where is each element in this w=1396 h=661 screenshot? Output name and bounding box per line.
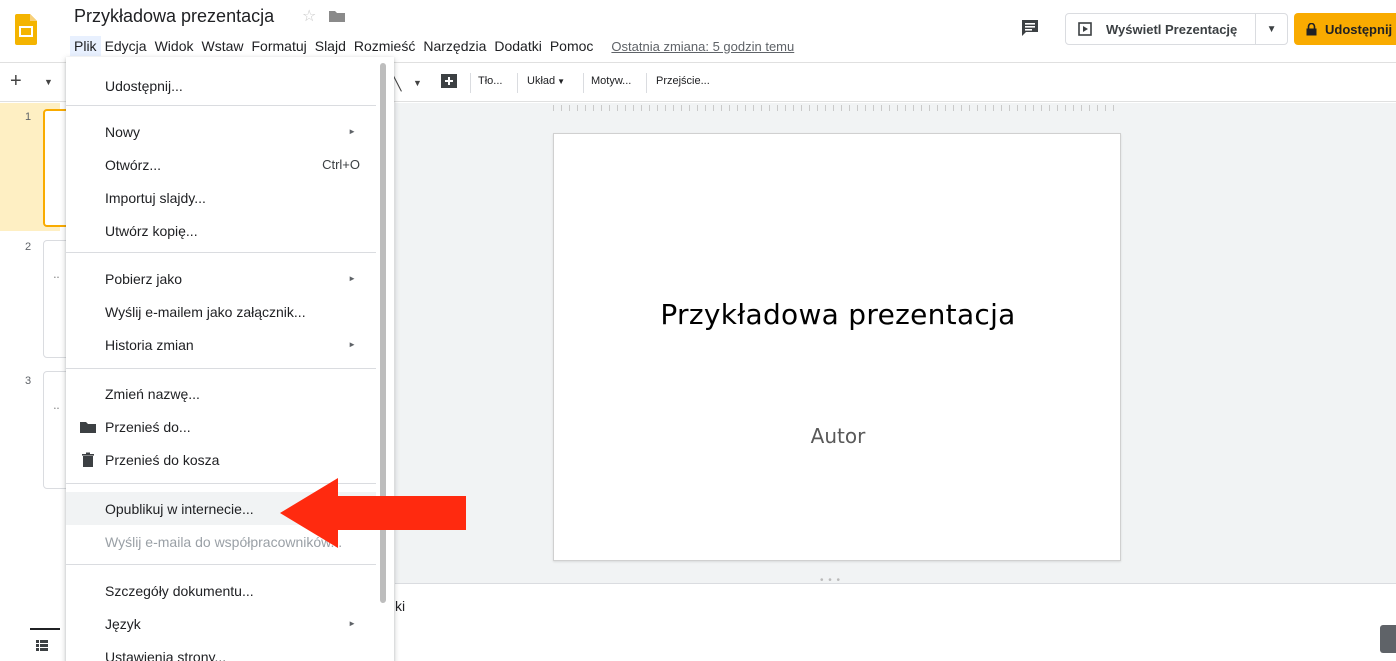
present-label: Wyświetl Prezentację [1106,21,1238,37]
menu-item-label: Udostępnij... [105,77,183,94]
menu-item-move-to[interactable]: Przenieś do... [66,410,376,443]
menu-item-label: Wyślij e-mailem jako załącznik... [105,303,306,320]
menu-item-label: Nowy [105,123,141,140]
layout-label: Układ [527,75,556,87]
present-main[interactable]: Wyświetl Prezentację [1066,14,1257,44]
share-label: Udostępnij [1325,21,1393,37]
slide-canvas-area: Przykładowa prezentacja Autor • • • [395,103,1396,586]
present-button[interactable]: Wyświetl Prezentację ▼ [1065,13,1288,45]
menu-widok[interactable]: Widok [151,36,198,56]
layout-dropdown-icon: ▼ [557,77,566,86]
toolbar-separator [517,73,518,93]
menu-item-page-setup[interactable]: Ustawienia strony... [66,640,376,661]
menu-bar: Plik Edycja Widok Wstaw Formatuj Slajd R… [70,35,798,57]
document-title[interactable]: Przykładowa prezentacja [74,6,274,27]
menu-item-move-to-trash[interactable]: Przenieś do kosza [66,443,376,476]
menu-item-download-as[interactable]: Pobierz jako ► [66,262,376,295]
menu-item-label: Szczegóły dokumentu... [105,582,254,599]
menu-rozmiesc[interactable]: Rozmieść [350,36,419,56]
menu-item-label: Historia zmian [105,336,194,353]
menu-item-version-history[interactable]: Historia zmian ► [66,328,376,361]
menu-item-label: Przenieś do kosza [105,451,220,468]
folder-icon[interactable] [329,10,345,22]
menu-separator [66,564,376,565]
lock-icon [1306,22,1317,35]
menu-item-rename[interactable]: Zmień nazwę... [66,377,376,410]
menu-narzedzia[interactable]: Narzędzia [419,36,490,56]
menu-item-label: Zmień nazwę... [105,385,200,402]
thumbnail-text: • • [54,406,59,412]
menu-item-label: Importuj slajdy... [105,189,206,206]
slide-subtitle[interactable]: Autor [554,424,1122,448]
file-menu-dropdown: Udostępnij... Nowy ► Otwórz... Ctrl+O Impo… [66,57,394,661]
menu-formatuj[interactable]: Formatuj [248,36,311,56]
menu-item-label: Język [105,615,141,632]
present-dropdown-icon[interactable]: ▼ [1256,24,1287,35]
grid-view-icon[interactable] [36,640,48,651]
annotation-arrow-icon [280,478,466,548]
submenu-arrow-icon: ► [348,127,356,136]
app-header: Przykładowa prezentacja ☆ Plik Edycja Wi… [0,0,1396,62]
share-button[interactable]: Udostępnij [1294,13,1396,45]
menu-item-new[interactable]: Nowy ► [66,115,376,148]
toolbar-separator [646,73,647,93]
shortcut-label: Ctrl+O [322,157,360,172]
speaker-notes[interactable]: ki [395,583,1396,661]
menu-item-language[interactable]: Język ► [66,607,376,640]
folder-icon [80,422,96,433]
slide-canvas[interactable]: Przykładowa prezentacja Autor [553,133,1121,561]
menu-item-email-attachment[interactable]: Wyślij e-mailem jako załącznik... [66,295,376,328]
menu-dodatki[interactable]: Dodatki [490,36,545,56]
explore-button[interactable] [1380,625,1396,653]
slides-logo-icon[interactable] [15,14,37,45]
new-slide-button[interactable]: + [10,71,22,91]
slide-number: 3 [25,375,32,387]
menu-wstaw[interactable]: Wstaw [198,36,248,56]
slide-number: 2 [25,241,32,253]
line-tool-icon[interactable]: ╲ [393,75,401,92]
menu-plik[interactable]: Plik [70,36,101,56]
layout-button[interactable]: Układ ▼ [527,75,565,87]
toolbar-separator [583,73,584,93]
submenu-arrow-icon: ► [348,619,356,628]
thumbnail-text: • • [54,275,59,281]
transition-button[interactable]: Przejście... [656,75,710,87]
menu-separator [66,105,376,106]
submenu-arrow-icon: ► [348,340,356,349]
add-comment-icon[interactable] [440,73,458,91]
slide-number: 1 [25,111,32,123]
menu-item-open[interactable]: Otwórz... Ctrl+O [66,148,376,181]
menu-item-import-slides[interactable]: Importuj slajdy... [66,181,376,214]
view-indicator [30,628,60,630]
menu-separator [66,252,376,253]
comments-icon[interactable] [1020,18,1040,38]
new-slide-dropdown-icon[interactable]: ▼ [44,77,53,87]
notes-text: ki [395,598,406,614]
present-play-icon [1078,22,1092,36]
submenu-arrow-icon: ► [348,274,356,283]
menu-separator [66,368,376,369]
menu-item-label: Ustawienia strony... [105,648,227,661]
menu-item-document-details[interactable]: Szczegóły dokumentu... [66,574,376,607]
menu-item-make-copy[interactable]: Utwórz kopię... [66,214,376,247]
last-edit-link[interactable]: Ostatnia zmiana: 5 godzin temu [607,37,798,56]
menu-item-label: Opublikuj w internecie... [105,500,254,517]
toolbar-separator [470,73,471,93]
line-dropdown-icon[interactable]: ▼ [413,78,422,88]
menu-item-share[interactable]: Udostępnij... [66,69,376,102]
trash-icon [82,452,94,467]
menu-item-label: Przenieś do... [105,418,191,435]
slide-title[interactable]: Przykładowa prezentacja [554,298,1122,331]
menu-item-label: Utwórz kopię... [105,222,198,239]
menu-item-label: Otwórz... [105,156,162,173]
star-icon[interactable]: ☆ [302,6,316,26]
ruler [553,105,1119,111]
menu-pomoc[interactable]: Pomoc [546,36,598,56]
menu-edycja[interactable]: Edycja [101,36,151,56]
background-button[interactable]: Tło... [478,75,502,87]
menu-slajd[interactable]: Slajd [311,36,350,56]
menu-item-label: Pobierz jako [105,270,183,287]
theme-button[interactable]: Motyw... [591,75,631,87]
